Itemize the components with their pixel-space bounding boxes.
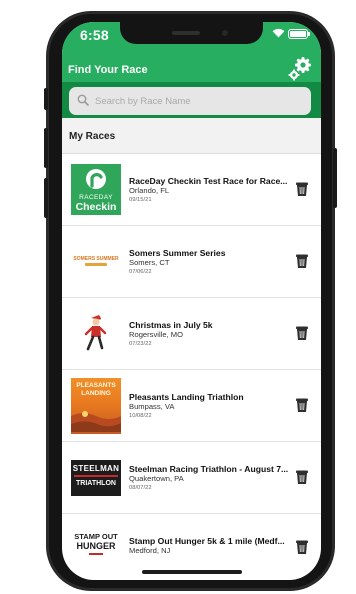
race-name: Stamp Out Hunger 5k & 1 mile (Medf...: [129, 536, 285, 546]
my-races-header: My Races: [62, 118, 321, 154]
race-date: 07/06/22: [129, 269, 152, 275]
stamp-out-hunger-logo: STAMP OUT HUNGER: [71, 530, 121, 560]
race-date: 09/15/21: [129, 197, 152, 203]
search-icon: [77, 94, 89, 106]
status-time: 6:58: [80, 27, 109, 43]
race-date: 08/07/22: [129, 485, 152, 491]
race-list-item[interactable]: RACEDAY Checkin RaceDay Checkin Test Rac…: [62, 154, 321, 226]
race-info: Christmas in July 5k Rogersville, MO 07/…: [129, 320, 289, 348]
race-list-item[interactable]: PLEASANTS LANDING Pleasants Landing Tria…: [62, 370, 321, 442]
race-list-item[interactable]: Christmas in July 5k Rogersville, MO 07/…: [62, 298, 321, 370]
trash-icon[interactable]: [296, 397, 308, 413]
search-bar-container: [62, 82, 321, 118]
race-info: Somers Summer Series Somers, CT 07/06/22: [129, 248, 289, 276]
section-title: My Races: [69, 131, 116, 142]
silent-switch: [44, 88, 48, 110]
race-info: Steelman Racing Triathlon - August 7... …: [129, 464, 289, 492]
race-name: RaceDay Checkin Test Race for Race...: [129, 176, 288, 186]
page-title: Find Your Race: [68, 64, 148, 76]
trash-icon[interactable]: [296, 469, 308, 485]
trash-icon[interactable]: [296, 325, 308, 341]
race-name: Christmas in July 5k: [129, 320, 213, 330]
phone-notch: [120, 22, 263, 44]
steelman-triathlon-logo: STEELMAN TRIATHLON: [71, 460, 121, 496]
race-name: Steelman Racing Triathlon - August 7...: [129, 464, 289, 474]
trash-icon[interactable]: [296, 253, 308, 269]
race-date: 10/08/22: [129, 413, 152, 419]
raceday-checkin-logo: RACEDAY Checkin: [71, 164, 121, 215]
race-location: Quakertown, PA: [129, 474, 184, 483]
trash-icon[interactable]: [296, 539, 308, 555]
race-name: Pleasants Landing Triathlon: [129, 392, 244, 402]
battery-icon: [288, 29, 310, 39]
app-screen: 6:58 Find Your Race Search by Race Name …: [62, 22, 321, 580]
volume-up-button: [44, 128, 48, 168]
wifi-icon: [272, 28, 285, 38]
race-info: Pleasants Landing Triathlon Bumpass, VA …: [129, 392, 289, 420]
volume-down-button: [44, 178, 48, 218]
somers-summer-series-logo: SOMERS SUMMER: [71, 254, 121, 268]
christmas-runner-logo: [71, 312, 121, 354]
race-location: Rogersville, MO: [129, 330, 184, 339]
settings-gears-icon[interactable]: [286, 56, 312, 82]
search-field[interactable]: [69, 87, 311, 115]
power-button: [333, 148, 337, 208]
race-date: 07/23/22: [129, 341, 152, 347]
search-input[interactable]: [95, 93, 295, 109]
race-info: RaceDay Checkin Test Race for Race... Or…: [129, 176, 289, 204]
trash-icon[interactable]: [296, 181, 308, 197]
race-location: Orlando, FL: [129, 186, 170, 195]
race-list-item[interactable]: STEELMAN TRIATHLON Steelman Racing Triat…: [62, 442, 321, 514]
race-list-item[interactable]: SOMERS SUMMER Somers Summer Series Somer…: [62, 226, 321, 298]
home-indicator[interactable]: [142, 570, 242, 574]
pleasants-landing-logo: PLEASANTS LANDING: [71, 378, 121, 434]
race-list: RACEDAY Checkin RaceDay Checkin Test Rac…: [62, 154, 321, 580]
race-location: Bumpass, VA: [129, 402, 175, 411]
race-info: Stamp Out Hunger 5k & 1 mile (Medf... Me…: [129, 536, 289, 556]
race-location: Medford, NJ: [129, 546, 171, 555]
race-location: Somers, CT: [129, 258, 170, 267]
race-name: Somers Summer Series: [129, 248, 226, 258]
